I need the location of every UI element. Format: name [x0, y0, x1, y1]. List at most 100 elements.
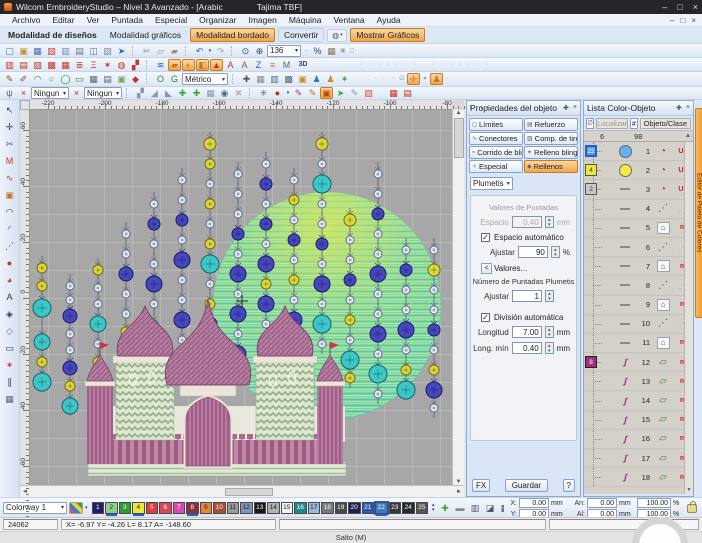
list-item[interactable]: 8 ⋰ ⋰: [584, 276, 693, 296]
columns-icon[interactable]: ▩: [282, 73, 295, 85]
palette-editor-tab[interactable]: Editor de Paleta de Colores: [695, 108, 702, 318]
color-chip-2[interactable]: 2: [585, 183, 597, 196]
color-swatch-16[interactable]: 16: [294, 501, 307, 514]
save-icon[interactable]: ▦: [31, 45, 44, 57]
pin-icon[interactable]: ✚: [563, 104, 569, 112]
grid-2-icon[interactable]: ▦: [254, 73, 267, 85]
menu-editar[interactable]: Editar: [46, 15, 80, 25]
export-icon[interactable]: ▧: [101, 45, 114, 57]
add-1-icon[interactable]: ✚: [176, 87, 189, 99]
letter-art-icon[interactable]: A: [224, 59, 237, 71]
color-swatch-25[interactable]: 25: [415, 501, 429, 514]
color-swatch-14[interactable]: 14: [267, 501, 280, 514]
color-swatch-1[interactable]: 1: [91, 501, 105, 514]
list-item[interactable]: 4 2 ◔ Un: [584, 161, 693, 181]
effect-3-icon[interactable]: ◧: [196, 58, 209, 71]
contour-icon[interactable]: ≣: [73, 59, 86, 71]
ajustar2-spinner[interactable]: ▲ ▼: [545, 290, 554, 302]
color-swatch-23[interactable]: 23: [388, 501, 402, 514]
end-needle-select[interactable]: Ningun ▾: [84, 87, 122, 99]
letter-g-icon[interactable]: G: [168, 73, 181, 85]
pin-icon[interactable]: ✚: [676, 104, 682, 112]
radial-icon[interactable]: ◍: [115, 59, 128, 71]
zigzag-icon[interactable]: ▨: [31, 59, 44, 71]
zoom-in-icon[interactable]: ⊕: [253, 45, 266, 57]
star-fill-icon[interactable]: ✶: [101, 59, 114, 71]
send-icon[interactable]: ➤: [115, 45, 128, 57]
pen-gray-icon[interactable]: ✎: [348, 87, 361, 99]
letter-art-2-icon[interactable]: A: [238, 59, 251, 71]
start-needle-select[interactable]: Ningun ▾: [31, 87, 69, 99]
caret-mini-icon[interactable]: ▾: [421, 75, 429, 84]
digitize-closed-icon[interactable]: ✐: [17, 73, 30, 85]
globe-dropdown[interactable]: ◍ ▾: [327, 28, 348, 42]
list-item[interactable]: ʃ 14 ▱ m: [584, 391, 693, 411]
doc-close-button[interactable]: ×: [691, 16, 696, 25]
run-stitch-tool-icon[interactable]: ∿: [2, 170, 17, 186]
menu-ver[interactable]: Ver: [81, 15, 106, 25]
travel-icon[interactable]: ➤: [334, 87, 347, 99]
flower-tool-icon[interactable]: ✶: [2, 357, 17, 373]
search-icon[interactable]: Ø: [586, 117, 595, 129]
list-item[interactable]: ʃ 16 ▱ m: [584, 429, 693, 449]
add-color-icon[interactable]: ✚: [439, 502, 452, 514]
color-swatch-15[interactable]: 15: [280, 501, 294, 514]
digitize-open-icon[interactable]: ✎: [3, 73, 16, 85]
color-swatch-21[interactable]: 21: [361, 501, 375, 514]
design-canvas[interactable]: [30, 110, 452, 485]
scroll-up-icon[interactable]: ▲: [456, 110, 462, 116]
open-shape-tool-icon[interactable]: ◠: [2, 204, 17, 220]
menu-máquina[interactable]: Máquina: [283, 15, 328, 25]
color-chip-22[interactable]: 22: [585, 145, 597, 158]
lines-icon[interactable]: ≡: [266, 59, 279, 71]
espacio-spinner[interactable]: ▲ ▼: [544, 216, 554, 228]
values-collapse-button[interactable]: <: [481, 263, 492, 274]
applique-tool-icon[interactable]: ◇: [2, 323, 17, 339]
color-swatch-22[interactable]: 22: [374, 500, 389, 516]
object-class-button[interactable]: Objeto/Clase: [639, 117, 691, 129]
star-tool-icon[interactable]: ✳: [257, 87, 270, 99]
knife-tool-icon[interactable]: ✂: [2, 136, 17, 152]
e-stitch-icon[interactable]: ▩: [45, 59, 58, 71]
swatch-icon[interactable]: ▣: [296, 73, 309, 85]
mini-3-icon[interactable]: ▫: [366, 60, 374, 69]
mini-8-icon[interactable]: ▫: [411, 60, 419, 69]
palette-icon[interactable]: [69, 501, 83, 514]
auto-digitizer-tool-icon[interactable]: ▣: [2, 187, 17, 203]
color-swatch-19[interactable]: 19: [334, 501, 348, 514]
graphics-mode-button[interactable]: Modalidad gráficos: [104, 28, 187, 42]
list-item[interactable]: 8 ʃ 12 ▱ m: [584, 353, 693, 373]
select-tool-icon[interactable]: ↖: [2, 102, 17, 118]
localizar-button[interactable]: Localizar: [596, 117, 629, 129]
duplicate-icon[interactable]: ▥: [59, 45, 72, 57]
list-item[interactable]: ʃ 17 ▱ m: [584, 449, 693, 469]
longmin-field[interactable]: 0.40: [511, 342, 542, 354]
color-swatch-8[interactable]: 8: [186, 501, 199, 516]
proportional-lock-icon[interactable]: [687, 501, 697, 513]
active-tool-icon[interactable]: ▣: [320, 87, 333, 99]
list-item[interactable]: 4 ⋰ ⋰: [584, 199, 693, 219]
copy-icon[interactable]: ▱: [154, 45, 167, 57]
tab-corrido-de-bli-[interactable]: ≈Corrido de bli...: [469, 146, 523, 159]
auto-split-checkbox[interactable]: ✓: [481, 313, 490, 322]
colorway-select[interactable]: Colorway 1 ▾: [3, 501, 67, 514]
tab-comp-de-tire[interactable]: ▧ Comp. de tire: [524, 132, 578, 145]
list-item[interactable]: ʃ 15 ▱ m: [584, 410, 693, 430]
effect-4-icon[interactable]: ▲: [210, 58, 223, 71]
longitud-spinner[interactable]: ▲ ▼: [544, 326, 554, 338]
motif-fill-icon[interactable]: ▦: [59, 59, 72, 71]
arc-tool-icon[interactable]: ◕: [2, 272, 17, 288]
list-item[interactable]: 5 ⌂ m: [584, 218, 693, 238]
close-button[interactable]: ×: [693, 2, 698, 12]
pick-color-icon[interactable]: ▬: [454, 502, 467, 514]
mini-14-icon[interactable]: ▫: [465, 60, 473, 69]
curve-tool-icon[interactable]: ◜: [2, 221, 17, 237]
rect-digitize-icon[interactable]: ▭: [73, 73, 86, 85]
effect-1-icon[interactable]: ▰: [168, 58, 181, 71]
mini-5-icon[interactable]: ▫: [384, 60, 392, 69]
rows-icon[interactable]: ▥: [268, 73, 281, 85]
number-toggle-button[interactable]: #: [630, 117, 638, 129]
red-rows-icon[interactable]: ▤: [401, 87, 414, 99]
list-item[interactable]: ʃ 18 ▱ m: [584, 468, 693, 488]
mini-18-icon[interactable]: ▫: [380, 75, 388, 84]
